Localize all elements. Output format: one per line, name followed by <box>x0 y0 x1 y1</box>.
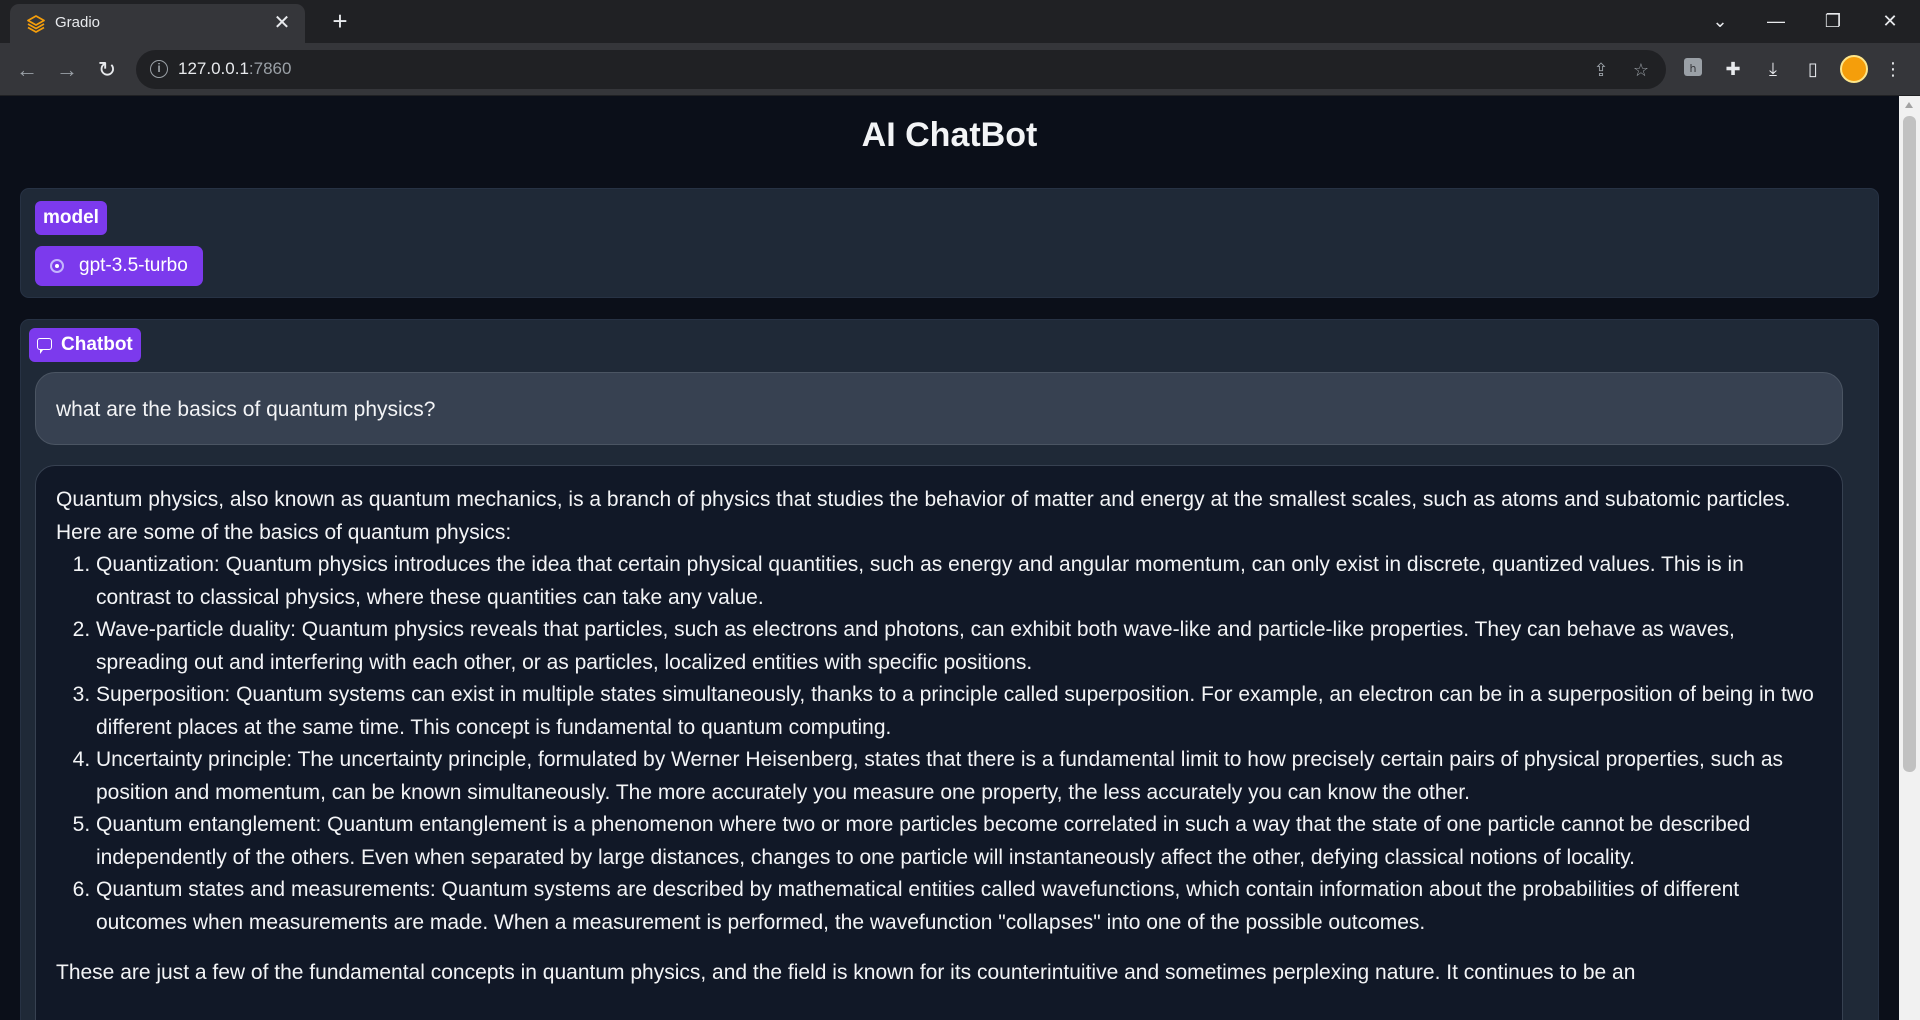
user-message: what are the basics of quantum physics? <box>35 372 1843 445</box>
bot-outro: These are just a few of the fundamental … <box>56 961 1636 984</box>
avatar[interactable] <box>1840 55 1868 83</box>
model-radio-panel: model gpt-3.5-turbo <box>20 188 1879 298</box>
list-item: Quantization: Quantum physics introduces… <box>96 549 1822 614</box>
browser-toolbar: ← → ↻ i 127.0.0.1:7860 ⇪ ☆ h ✚ ⤓ ▯ ⋮ <box>0 43 1920 96</box>
list-item: Uncertainty principle: The uncertainty p… <box>96 744 1822 809</box>
browser-tab-strip: Gradio ✕ + ⌄ — ❐ ✕ <box>0 0 1920 43</box>
page-title: AI ChatBot <box>861 116 1038 154</box>
list-item: Quantum entanglement: Quantum entangleme… <box>96 809 1822 874</box>
more-menu-icon[interactable]: ⋮ <box>1880 56 1906 82</box>
browser-tab[interactable]: Gradio ✕ <box>10 4 305 43</box>
gradio-page: AI ChatBot model gpt-3.5-turbo Chatbot w… <box>0 96 1899 1020</box>
model-option-label: gpt-3.5-turbo <box>79 255 188 276</box>
download-icon[interactable]: ⤓ <box>1760 56 1786 82</box>
bot-intro: Quantum physics, also known as quantum m… <box>56 488 1791 544</box>
extensions-icon[interactable]: ✚ <box>1720 56 1746 82</box>
bot-list: Quantization: Quantum physics introduces… <box>56 549 1822 939</box>
list-item: Wave-particle duality: Quantum physics r… <box>96 614 1822 679</box>
model-label: model <box>35 201 107 235</box>
info-icon[interactable]: i <box>150 60 168 78</box>
page-scrollbar[interactable] <box>1899 96 1920 1020</box>
chatbot-panel: Chatbot what are the basics of quantum p… <box>20 319 1879 1020</box>
restore-icon[interactable]: ❐ <box>1813 6 1853 36</box>
radio-selected-icon[interactable] <box>50 259 64 273</box>
list-item: Quantum states and measurements: Quantum… <box>96 874 1822 939</box>
address-bar[interactable]: i 127.0.0.1:7860 ⇪ ☆ <box>136 50 1666 89</box>
bot-message: Quantum physics, also known as quantum m… <box>35 465 1843 1020</box>
chatbot-label-text: Chatbot <box>61 334 133 355</box>
share-icon[interactable]: ⇪ <box>1590 59 1612 81</box>
gradio-logo-icon <box>26 14 46 34</box>
minimize-icon[interactable]: — <box>1756 6 1796 36</box>
star-icon[interactable]: ☆ <box>1630 59 1652 81</box>
chatbot-label: Chatbot <box>29 328 141 362</box>
tab-title: Gradio <box>55 14 101 31</box>
url-port: :7860 <box>248 59 292 78</box>
svg-text:h: h <box>1690 62 1697 75</box>
chevron-down-icon[interactable]: ⌄ <box>1700 6 1740 36</box>
arrow-left-icon[interactable]: ← <box>12 55 42 85</box>
user-message-text: what are the basics of quantum physics? <box>56 398 436 421</box>
model-option-gpt-3-5-turbo[interactable]: gpt-3.5-turbo <box>35 246 203 286</box>
url-host: 127.0.0.1 <box>178 59 249 78</box>
scrollbar-thumb[interactable] <box>1903 116 1916 772</box>
reload-icon[interactable]: ↻ <box>92 55 122 85</box>
arrow-right-icon[interactable]: → <box>52 55 82 85</box>
plus-icon[interactable]: + <box>325 7 355 37</box>
extension-puzzle-icon[interactable]: h <box>1680 56 1706 82</box>
side-panel-icon[interactable]: ▯ <box>1800 56 1826 82</box>
list-item: Superposition: Quantum systems can exist… <box>96 679 1822 744</box>
url-text[interactable]: 127.0.0.1:7860 <box>178 59 291 79</box>
scroll-up-icon[interactable] <box>1905 102 1913 108</box>
chat-bubble-icon <box>37 338 52 354</box>
close-icon[interactable]: ✕ <box>269 10 295 36</box>
close-window-icon[interactable]: ✕ <box>1870 6 1910 36</box>
